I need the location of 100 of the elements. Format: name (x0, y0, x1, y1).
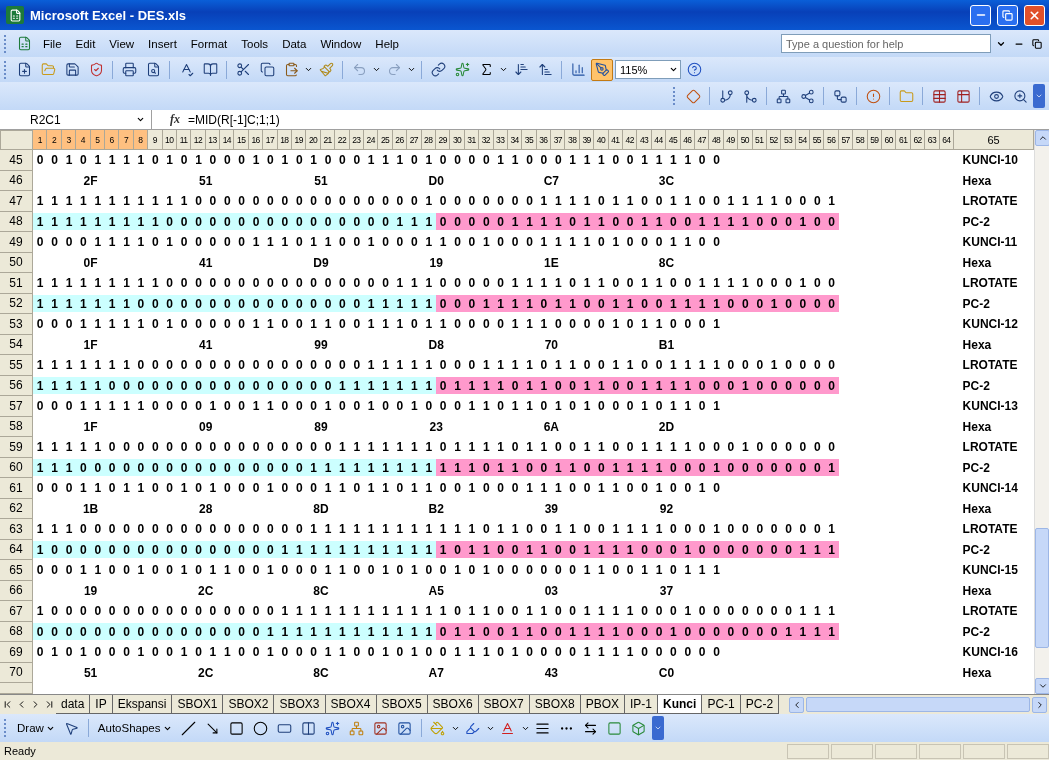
row-header[interactable]: 65 (0, 560, 33, 581)
menu-item[interactable]: Window (314, 35, 368, 52)
row-header[interactable]: 60 (0, 457, 33, 478)
column-header[interactable]: 30 (450, 130, 465, 150)
help-search-field[interactable]: Type a question for help (781, 34, 991, 53)
row-header[interactable]: 55 (0, 355, 33, 376)
menu-item[interactable]: View (103, 35, 141, 52)
sheet-tab[interactable]: SBOX5 (376, 695, 428, 714)
vertical-scrollbar[interactable] (1034, 130, 1049, 694)
column-header[interactable]: 42 (623, 130, 638, 150)
sheet-tab[interactable]: IP (90, 695, 113, 714)
column-header[interactable]: 43 (637, 130, 652, 150)
row-header[interactable]: 68 (0, 621, 33, 642)
zoom-combo[interactable]: 115% (615, 60, 681, 79)
column-header[interactable]: 35 (522, 130, 537, 150)
menu-item[interactable]: Data (276, 35, 313, 52)
sheet-tab[interactable]: SBOX3 (274, 695, 326, 714)
row-header[interactable]: 66 (0, 580, 33, 601)
restore-button[interactable] (997, 4, 1018, 26)
menu-item[interactable]: Tools (235, 35, 275, 52)
column-header[interactable]: 2 (47, 130, 62, 150)
row-header[interactable]: 61 (0, 478, 33, 499)
formula-field[interactable]: =MID(R[-1]C;1;1) (188, 112, 280, 127)
draw-menu-button[interactable]: Draw (13, 717, 59, 739)
column-header[interactable]: 56 (824, 130, 839, 150)
sheet-tab[interactable]: PC-2 (740, 695, 780, 714)
row-header[interactable]: 46 (0, 170, 33, 191)
column-header[interactable]: 61 (896, 130, 911, 150)
sheet-tab[interactable]: data (56, 695, 91, 714)
column-header[interactable]: 45 (666, 130, 681, 150)
autoshapes-menu-button[interactable]: AutoShapes (93, 717, 176, 739)
column-header[interactable]: 32 (479, 130, 494, 150)
column-header[interactable]: 7 (119, 130, 134, 150)
column-header[interactable]: 48 (709, 130, 724, 150)
sheet-tab[interactable]: IP-1 (625, 695, 659, 714)
row-header[interactable]: 69 (0, 642, 33, 663)
column-header[interactable]: 1 (33, 130, 48, 150)
function-button[interactable]: fx (170, 112, 180, 127)
row-header[interactable]: 67 (0, 601, 33, 622)
row-header[interactable]: 53 (0, 314, 33, 335)
column-header[interactable]: 58 (853, 130, 868, 150)
column-header[interactable]: 55 (810, 130, 825, 150)
column-header[interactable]: 22 (335, 130, 350, 150)
row-header[interactable]: 54 (0, 334, 33, 355)
column-header[interactable]: 50 (738, 130, 753, 150)
menu-item[interactable]: Insert (142, 35, 183, 52)
column-header[interactable]: 38 (565, 130, 580, 150)
sheet-tab[interactable]: SBOX1 (172, 695, 224, 714)
row-header[interactable]: 48 (0, 211, 33, 232)
menu-item[interactable]: File (37, 35, 68, 52)
row-header[interactable]: 52 (0, 293, 33, 314)
column-header[interactable]: 20 (306, 130, 321, 150)
column-header[interactable]: 60 (882, 130, 897, 150)
close-button[interactable] (1024, 4, 1045, 26)
sheet-tab[interactable]: SBOX7 (478, 695, 530, 714)
column-header[interactable]: 63 (925, 130, 940, 150)
row-header[interactable]: 57 (0, 396, 33, 417)
sheet-tab[interactable]: SBOX2 (223, 695, 275, 714)
column-header[interactable]: 65 (954, 130, 1034, 150)
column-header[interactable]: 4 (76, 130, 91, 150)
column-header[interactable]: 53 (781, 130, 796, 150)
menu-item[interactable]: Format (184, 35, 234, 52)
drawing-icon[interactable] (591, 58, 613, 81)
sheet-tab[interactable]: SBOX8 (529, 695, 581, 714)
row-header[interactable]: 47 (0, 191, 33, 212)
minimize-button[interactable] (970, 4, 991, 26)
row-header[interactable]: 45 (0, 150, 33, 171)
menu-item[interactable]: Help (369, 35, 405, 52)
menu-item[interactable]: Edit (69, 35, 102, 52)
scroll-thumb[interactable] (806, 697, 1030, 712)
column-header[interactable]: 9 (148, 130, 163, 150)
column-header[interactable]: 27 (407, 130, 422, 150)
column-header[interactable]: 19 (292, 130, 307, 150)
horizontal-scrollbar[interactable] (787, 695, 1049, 714)
row-header[interactable]: 63 (0, 519, 33, 540)
column-header[interactable]: 37 (551, 130, 566, 150)
column-header[interactable]: 15 (234, 130, 249, 150)
column-header[interactable]: 14 (220, 130, 235, 150)
sheet-tab[interactable]: Ekspansi (112, 695, 173, 714)
row-header[interactable]: 70 (0, 662, 33, 683)
sheet-tab[interactable]: SBOX4 (325, 695, 377, 714)
row-header[interactable]: 49 (0, 232, 33, 253)
row-header[interactable]: 62 (0, 498, 33, 519)
sheet-tab[interactable]: SBOX6 (427, 695, 479, 714)
row-header[interactable]: 50 (0, 252, 33, 273)
sheet-tab[interactable]: PBOX (580, 695, 625, 714)
name-box[interactable]: R2C1 (0, 109, 152, 130)
sheet-tab[interactable]: Kunci (658, 695, 703, 714)
row-header[interactable]: 58 (0, 416, 33, 437)
scroll-thumb[interactable] (1035, 528, 1049, 648)
row-header[interactable]: 59 (0, 437, 33, 458)
column-header[interactable]: 17 (263, 130, 278, 150)
row-header[interactable]: 64 (0, 539, 33, 560)
column-header[interactable]: 12 (191, 130, 206, 150)
row-header[interactable]: 56 (0, 375, 33, 396)
sheet-tab[interactable]: PC-1 (702, 695, 741, 714)
column-header[interactable]: 25 (378, 130, 393, 150)
overflow-icon[interactable] (651, 716, 664, 740)
column-header[interactable]: 40 (594, 130, 609, 150)
row-header[interactable]: 51 (0, 273, 33, 294)
